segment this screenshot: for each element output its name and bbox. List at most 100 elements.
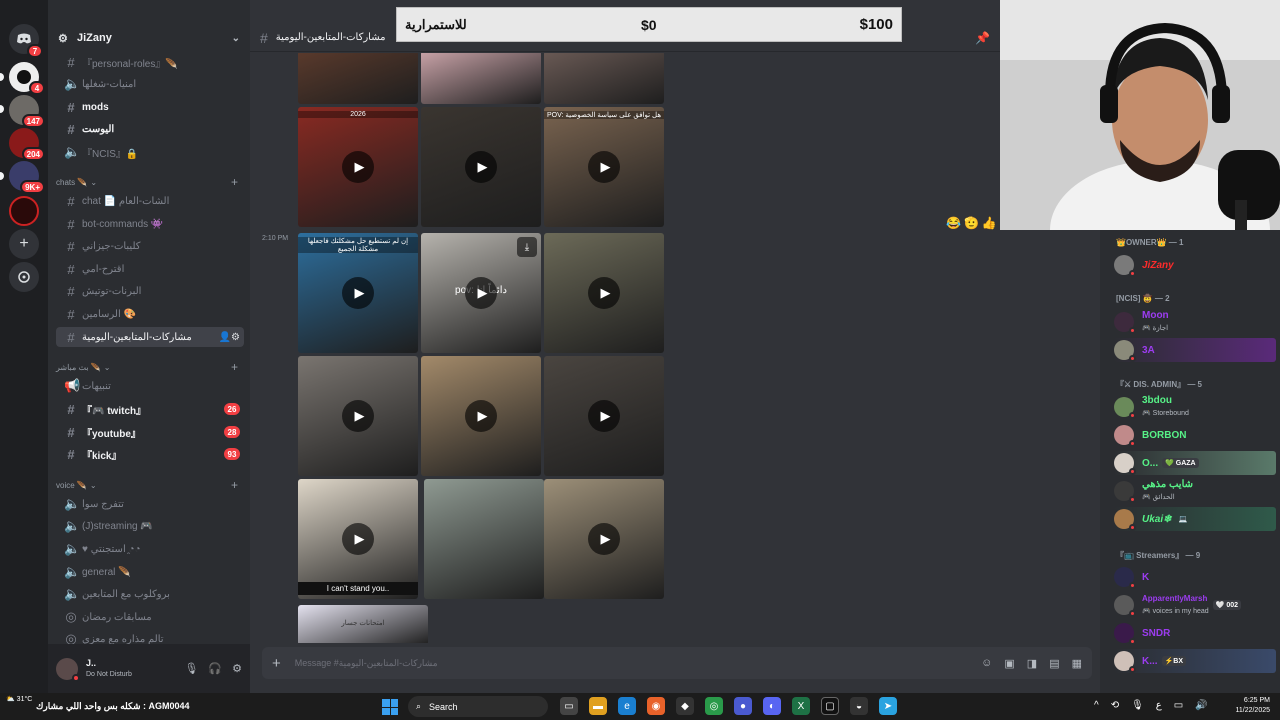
category-chats[interactable]: chats 🪶 ⌄ + xyxy=(56,174,244,190)
video-thumbnail[interactable]: ▶ xyxy=(298,356,418,476)
chevron-up-icon[interactable]: ^ xyxy=(1094,700,1099,711)
video-thumbnail[interactable] xyxy=(421,53,541,104)
voice-watch-together[interactable]: 🔈 تتفرج سوا xyxy=(56,494,244,514)
channel-clips[interactable]: # كليبات-جيزاني xyxy=(56,236,244,256)
reaction-emoji[interactable]: 🫡 xyxy=(964,216,979,230)
microphone-icon[interactable]: 🎙 xyxy=(184,662,198,675)
video-thumbnail[interactable]: ▶ I can't stand you.. xyxy=(298,479,418,599)
headphones-icon[interactable]: 🎧 xyxy=(208,662,222,675)
reaction-emoji[interactable]: 👍 xyxy=(982,216,997,230)
member-item[interactable]: 3bdou 🎮 Storebound xyxy=(1114,395,1276,419)
video-thumbnail[interactable] xyxy=(298,53,418,104)
image-icon[interactable]: ▤ xyxy=(1049,657,1059,670)
network-icon[interactable]: ▭ xyxy=(1174,700,1183,711)
sync-icon[interactable]: ⟲ xyxy=(1111,700,1119,711)
channel-youtube[interactable]: # 『youtube』 28 xyxy=(56,422,244,442)
obs-icon[interactable]: ◒ xyxy=(850,697,868,715)
category-live[interactable]: بث مباشر 🪶 ⌄ + xyxy=(56,359,244,375)
play-icon[interactable]: ▶ xyxy=(465,277,497,309)
voice-general[interactable]: 🔈 general 🪶 xyxy=(56,562,244,582)
member-item[interactable]: شايب مذهي 🎮 الحدائق xyxy=(1114,479,1276,503)
add-server-icon[interactable]: + xyxy=(9,229,39,259)
apps-icon[interactable]: ▦ xyxy=(1072,657,1082,670)
channel-post[interactable]: # اليوست xyxy=(56,119,244,139)
channel-alerts[interactable]: 📢 تنبيهات xyxy=(56,376,244,396)
app-icon[interactable]: ● xyxy=(734,697,752,715)
edge-icon[interactable]: e xyxy=(618,697,636,715)
server-icon-1[interactable]: 4 xyxy=(9,62,45,95)
chrome-icon[interactable]: ◎ xyxy=(705,697,723,715)
taskbar-search[interactable]: ⌕ Search xyxy=(408,696,548,717)
add-channel-icon[interactable]: + xyxy=(231,360,244,374)
user-avatar[interactable] xyxy=(56,657,80,682)
video-thumbnail[interactable]: ▶ xyxy=(421,107,541,227)
server-icon-5[interactable] xyxy=(9,196,39,226)
video-thumbnail[interactable]: pov: دائماً انا▶⤓ xyxy=(421,233,541,353)
gear-icon[interactable]: ⚙ xyxy=(232,662,242,675)
video-thumbnail[interactable]: POV: هل توافق على سياسة الخصوصية ▶ xyxy=(544,107,664,227)
weather-widget[interactable]: ⛅ 31°C xyxy=(6,695,32,704)
telegram-icon[interactable]: ➤ xyxy=(879,697,897,715)
channel-twitch[interactable]: # 『🎮 twitch』 26 xyxy=(56,399,244,419)
video-thumbnail[interactable]: إن لم تستطيع حل مشكلتك فاجعلها مشكلة الج… xyxy=(298,233,418,353)
category-voice[interactable]: voice 🪶 ⌄ + xyxy=(56,477,244,493)
pin-icon[interactable]: 📌 xyxy=(975,31,990,45)
play-icon[interactable]: ▶ xyxy=(342,400,374,432)
voice-channel-3[interactable]: 🔈 ♥ استجنتي ◔̯◔ xyxy=(56,539,244,559)
volume-icon[interactable]: 🔊 xyxy=(1195,700,1207,711)
video-thumbnail[interactable]: ▶ xyxy=(544,479,664,599)
play-icon[interactable]: ▶ xyxy=(588,400,620,432)
channel-artists[interactable]: # الرسامين 🎨 xyxy=(56,304,244,324)
language-indicator[interactable]: ع xyxy=(1156,700,1162,711)
voice-followers[interactable]: 🔈 بروكلوب مع المتابعين xyxy=(56,584,244,604)
file-explorer-icon[interactable]: ▬ xyxy=(589,697,607,715)
server-icon-4[interactable]: 9K+ xyxy=(9,161,45,194)
play-icon[interactable]: ▶ xyxy=(588,523,620,555)
emoji-icon[interactable]: ☺ xyxy=(981,657,992,670)
channel-wishes[interactable]: 🔈 امنيات-شغلها xyxy=(56,74,244,94)
mic-icon[interactable]: 🎙 xyxy=(1131,700,1144,711)
video-thumbnail[interactable]: ▶ xyxy=(544,356,664,476)
epic-games-icon[interactable]: ◆ xyxy=(676,697,694,715)
play-icon[interactable]: ▶ xyxy=(465,151,497,183)
channel-ncis[interactable]: 🔈 『NCIS』🔒 xyxy=(56,142,244,162)
channel-bot-commands[interactable]: # bot-commands 👾 xyxy=(56,214,244,234)
video-thumbnail[interactable]: ▶ xyxy=(421,356,541,476)
member-item[interactable]: Ukai❄ 💻 xyxy=(1114,507,1276,531)
server-icon-2[interactable]: 147 xyxy=(9,95,45,128)
channel-suggest[interactable]: # اقترح-امي xyxy=(56,259,244,279)
firefox-icon[interactable]: ◉ xyxy=(647,697,665,715)
sticker-icon[interactable]: ◨ xyxy=(1027,657,1037,670)
member-item[interactable]: JiZany xyxy=(1114,253,1276,277)
task-view-icon[interactable]: ▭ xyxy=(560,697,578,715)
discover-icon[interactable] xyxy=(9,262,39,292)
capcut-icon[interactable]: ▢ xyxy=(821,697,839,715)
add-channel-icon[interactable]: + xyxy=(231,175,244,189)
video-thumbnail[interactable]: ▶ xyxy=(544,233,664,353)
guild-header[interactable]: ⚙ JiZany ⌄ xyxy=(48,24,250,52)
channel-mods[interactable]: # mods xyxy=(56,97,244,117)
play-icon[interactable]: ▶ xyxy=(588,277,620,309)
channel-personal-roles[interactable]: # 『personal-roles』🪶 xyxy=(56,52,244,72)
reaction-emoji[interactable]: 😂 xyxy=(946,216,961,230)
channel-chat[interactable]: # chat 📄 الشات-العام xyxy=(56,191,244,211)
invite-gear-icon[interactable]: 👤⚙ xyxy=(219,332,240,343)
add-channel-icon[interactable]: + xyxy=(231,478,244,492)
channel-daily-shares[interactable]: # مشاركات-المتابعين-اليومية 👤⚙ xyxy=(56,327,244,347)
attach-plus-icon[interactable]: + xyxy=(272,655,281,672)
member-item[interactable]: BORBON xyxy=(1114,423,1276,447)
member-item[interactable]: K... ⚡BX xyxy=(1114,649,1276,673)
download-icon[interactable]: ⤓ xyxy=(517,237,537,257)
member-item[interactable]: Moon 🎮 اجازة xyxy=(1114,310,1276,334)
voice-last[interactable]: ◎ تالم مذاره مع معزي xyxy=(56,629,244,644)
video-thumbnail[interactable]: امتحانات جسار xyxy=(298,605,428,643)
member-item[interactable]: K xyxy=(1114,565,1276,589)
play-icon[interactable]: ▶ xyxy=(342,277,374,309)
video-thumbnail[interactable] xyxy=(424,479,544,599)
server-icon-3[interactable]: 204 xyxy=(9,128,45,161)
play-icon[interactable]: ▶ xyxy=(465,400,497,432)
channel-burnat[interactable]: # البرنات-توتيش xyxy=(56,281,244,301)
windows-start-icon[interactable] xyxy=(382,699,398,715)
channel-kick[interactable]: # 『kick』 93 xyxy=(56,444,244,464)
play-icon[interactable]: ▶ xyxy=(342,523,374,555)
